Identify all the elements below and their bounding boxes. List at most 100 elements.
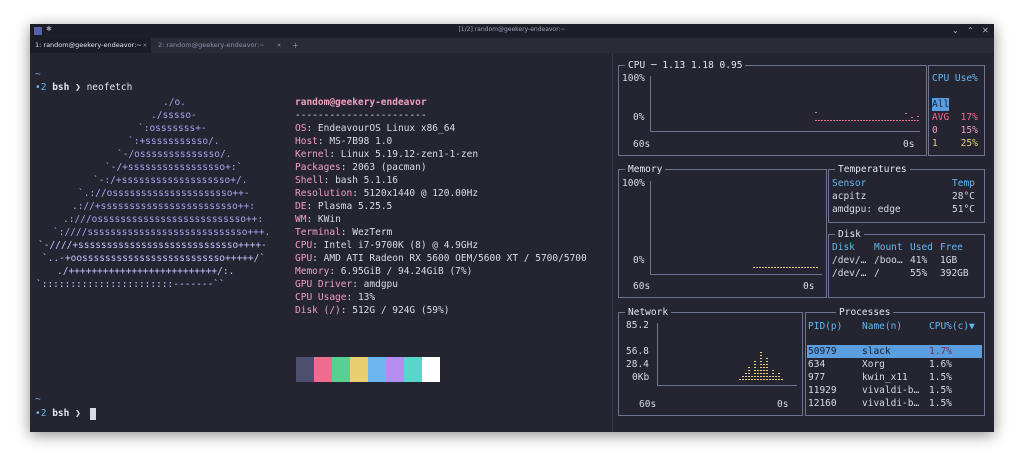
cpu-x-right: 0s — [903, 139, 915, 150]
temp-header-temp[interactable]: Temp — [952, 177, 975, 190]
graph-dot — [766, 370, 768, 371]
graph-dot — [839, 120, 841, 121]
table-row[interactable]: 977 kwin_x11 1.5% — [807, 371, 982, 384]
tab-1[interactable]: 1: random@geekery-endeavor:~ — [30, 38, 151, 53]
disk-header-disk[interactable]: Disk — [832, 241, 855, 254]
table-row[interactable]: 50979 slack 1.7% — [807, 345, 982, 358]
info-label: CPU — [295, 240, 313, 251]
proc-header-pid[interactable]: PID(p) — [808, 320, 842, 333]
graph-dot — [911, 120, 913, 121]
tab-close-icon[interactable]: ✕ — [277, 38, 281, 53]
graph-dot — [801, 267, 803, 268]
disk-header-mount[interactable]: Mount — [874, 241, 903, 254]
logo-line: `-:/+sssssssssssssssssso+/. — [93, 175, 248, 186]
graph-dot — [760, 379, 762, 380]
graph-dot — [766, 373, 768, 374]
palette-swatch — [368, 357, 386, 382]
graph-dot — [745, 379, 747, 380]
memory-panel: Memory 100% 0% 60s 0s — [618, 163, 827, 298]
network-label: 85.2 — [626, 320, 649, 331]
graph-dot — [748, 373, 750, 374]
info-value: 13% — [357, 292, 376, 303]
process-cell: Xorg — [862, 359, 885, 370]
graph-dot — [748, 379, 750, 380]
info-value: MS-7B98 1.0 — [329, 136, 393, 147]
cpu-row-value: 15% — [960, 125, 978, 136]
cpu-row-avg[interactable]: AVG 17% — [932, 111, 978, 124]
graph-dot — [830, 120, 832, 121]
graph-dot — [890, 120, 892, 121]
graph-dot — [848, 120, 850, 121]
minimize-icon[interactable]: ⌄ — [952, 25, 959, 37]
info-colon: : — [340, 305, 353, 316]
close-icon[interactable]: ✕ — [982, 25, 989, 37]
info-label: Packages — [295, 162, 341, 173]
info-row: Memory: 6.95GiB / 94.24GiB (7%) — [295, 265, 472, 278]
info-value: WezTerm — [352, 227, 393, 238]
network-y-axis — [657, 323, 658, 385]
info-value: AMD ATI Radeon RX 5600 OEM/5600 XT / 570… — [323, 253, 587, 264]
disk-mount: /boo… — [874, 255, 903, 266]
table-row[interactable]: 634 Xorg 1.6% — [807, 358, 982, 371]
cpu-row-0[interactable]: 0 15% — [932, 124, 978, 137]
info-row: Disk (/): 512G / 924G (59%) — [295, 304, 449, 317]
graph-dot — [807, 267, 809, 268]
cpu-row-name: 1 — [932, 138, 938, 149]
info-label: GPU Driver — [295, 279, 353, 290]
graph-dot — [745, 376, 747, 377]
table-row[interactable]: 12160 vivaldi-b… 1.5% — [807, 397, 982, 410]
cpu-row-all[interactable]: All — [932, 98, 950, 111]
graph-dot — [757, 379, 759, 380]
disk-header-free[interactable]: Free — [940, 241, 963, 254]
prompt-arrow: ❯ — [75, 408, 81, 419]
proc-header-name[interactable]: Name(n) — [862, 320, 902, 333]
graph-dot — [878, 120, 880, 121]
graph-dot — [795, 267, 797, 268]
graph-dot — [772, 370, 774, 371]
graph-dot — [754, 364, 756, 365]
graph-dot — [875, 120, 877, 121]
tab-2[interactable]: 2: random@geekery-endeavor:~ — [158, 38, 288, 53]
graph-dot — [751, 376, 753, 377]
maximize-icon[interactable]: ⌃ — [967, 25, 974, 37]
graph-dot — [908, 120, 910, 121]
graph-dot — [772, 376, 774, 377]
info-row: CPU Usage: 13% — [295, 291, 375, 304]
process-cell: 1.5% — [929, 372, 952, 383]
new-tab-button[interactable]: + — [292, 38, 299, 53]
proc-header-cpu[interactable]: CPU%(c)▼ — [929, 320, 975, 333]
graph-dot — [766, 376, 768, 377]
table-row[interactable]: 11929 vivaldi-b… 1.5% — [807, 384, 982, 397]
info-value: 5120x1440 @ 120.00Hz — [363, 188, 479, 199]
terminal-pane[interactable]: ~ •2 bsh ❯ neofetch ./o. ./sssso- `:osssss… — [30, 53, 612, 432]
graph-dot — [815, 112, 817, 113]
processes-panel: Processes PID(p) Name(n) CPU%(c)▼ 50979 s… — [805, 306, 985, 416]
info-row: DE: Plasma 5.25.5 — [295, 200, 392, 213]
temp-value: 51°C — [952, 204, 975, 215]
info-value: Plasma 5.25.5 — [317, 201, 393, 212]
info-colon: : — [306, 201, 318, 212]
disk-header-used[interactable]: Used — [910, 241, 933, 254]
prompt-line-2: •2 bsh ❯ — [35, 407, 81, 420]
cpu-row-1[interactable]: 1 25% — [932, 137, 978, 150]
info-value: KWin — [317, 214, 341, 225]
graph-dot — [760, 361, 762, 362]
process-cell: 12160 — [808, 398, 837, 409]
graph-dot — [836, 120, 838, 121]
info-value: 512G / 924G (59%) — [352, 305, 450, 316]
graph-dot — [754, 379, 756, 380]
user-host: random@geekery-endeavor — [295, 97, 427, 108]
graph-dot — [763, 376, 765, 377]
graph-dot — [917, 116, 919, 117]
temp-header-sensor[interactable]: Sensor — [832, 177, 866, 190]
graph-dot — [760, 355, 762, 356]
graph-dot — [763, 367, 765, 368]
graph-dot — [804, 267, 806, 268]
info-label: Terminal — [295, 227, 341, 238]
tab-close-icon[interactable]: ✕ — [143, 38, 147, 53]
pane-divider[interactable] — [612, 53, 613, 432]
network-panel: Network 85.2 56.8 28.4 0Kb 60s 0s — [618, 306, 803, 416]
info-label: DE — [295, 201, 307, 212]
prompt-shell: bsh — [52, 82, 70, 93]
cpu-panel: CPU ─ 1.13 1.18 0.95 100% 0% 60s 0s — [618, 59, 927, 156]
